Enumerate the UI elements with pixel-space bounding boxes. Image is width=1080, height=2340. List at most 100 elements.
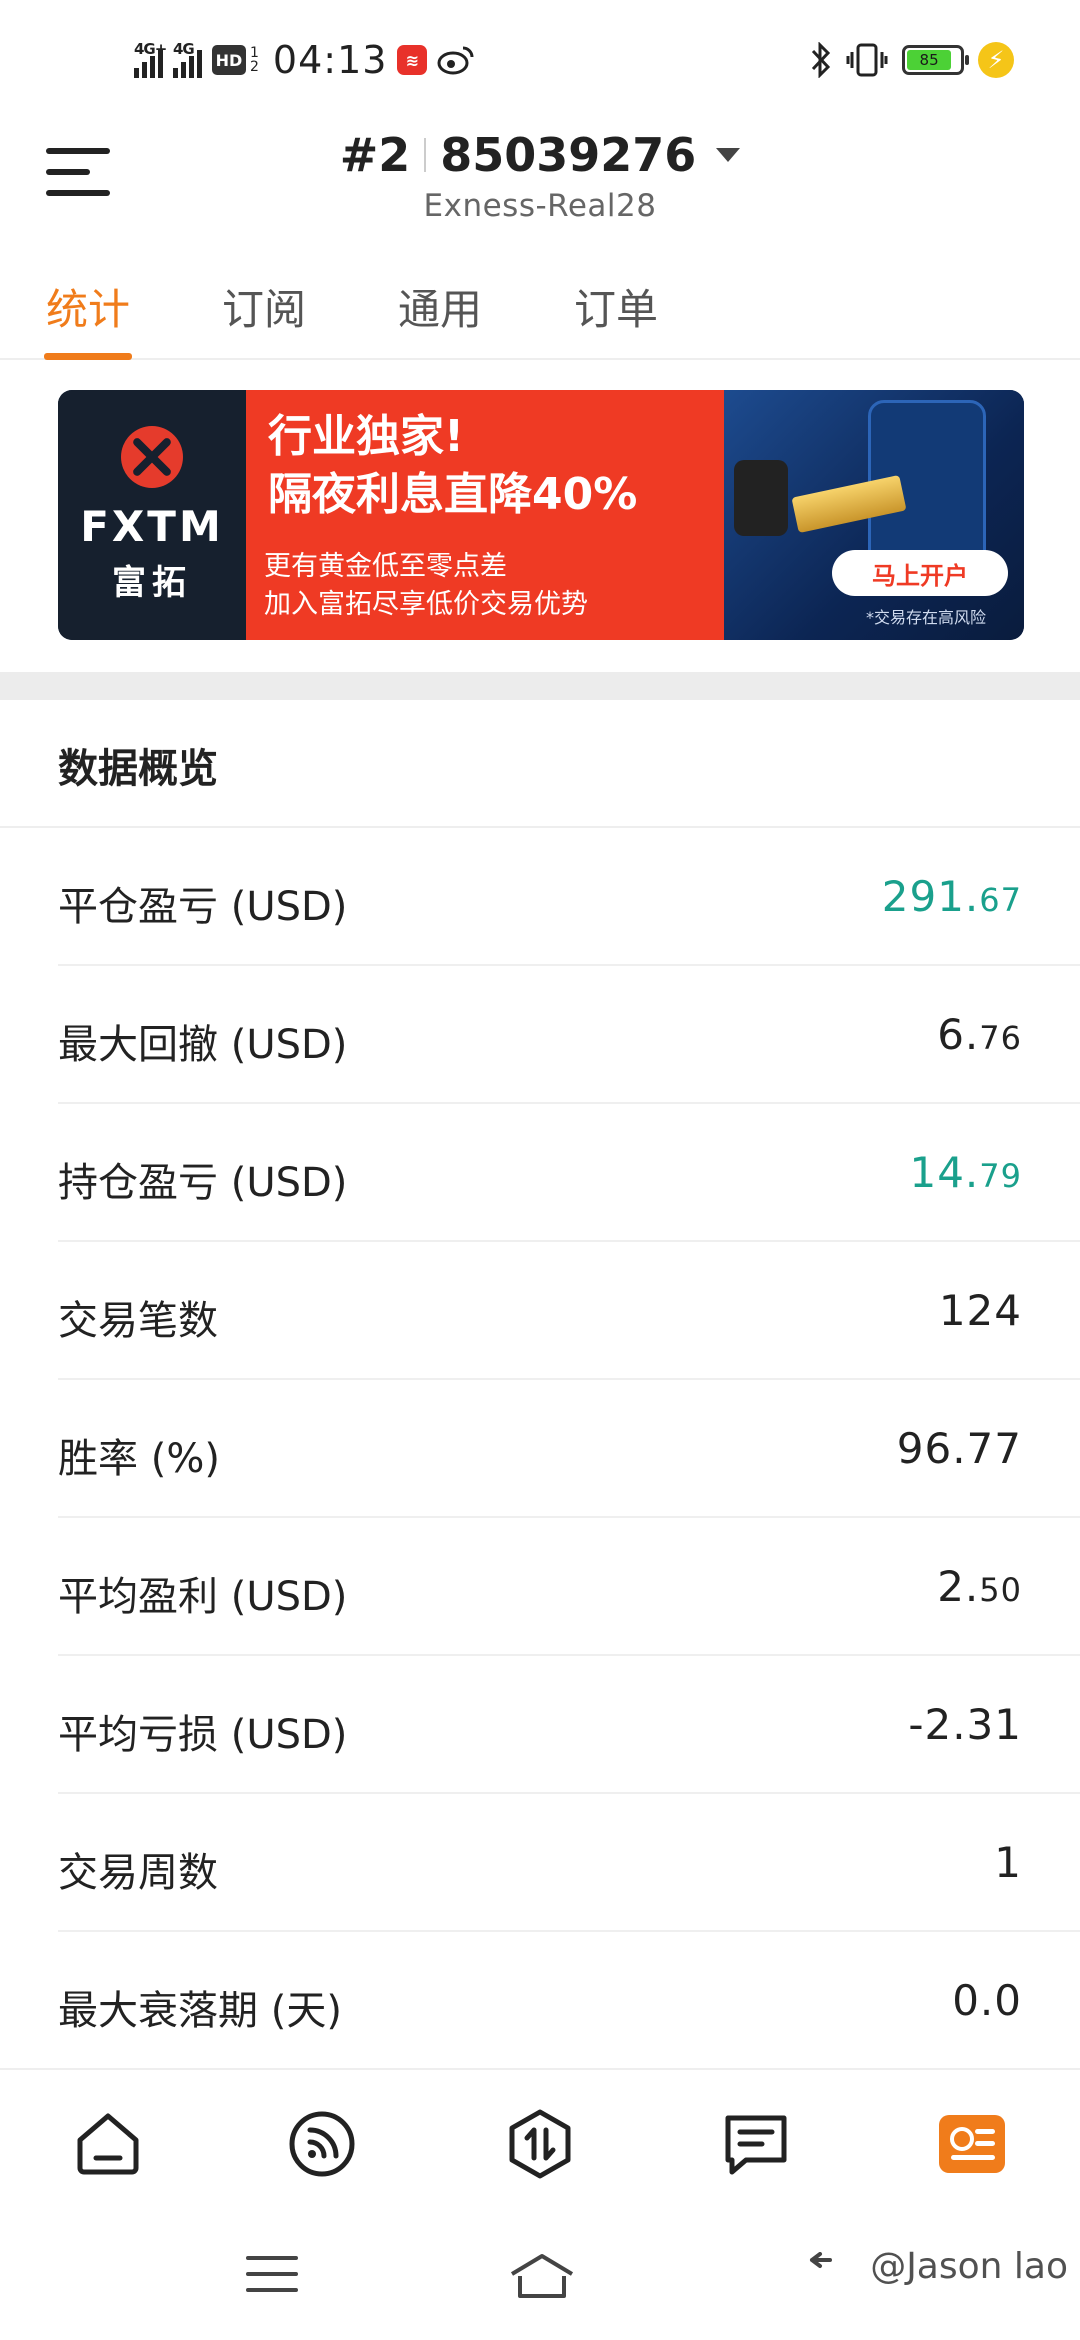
tab-general[interactable]: 通用 [396,276,484,360]
weibo-icon [437,46,474,75]
nav-signals[interactable] [284,2106,360,2182]
banner-headline-2: 隔夜利息直降40% [268,469,638,520]
hd-sim-1: 1 [250,45,259,61]
menu-lines-icon [246,2256,298,2292]
stat-value: 6.76 [937,1010,1022,1059]
stat-row-win-rate: 胜率 (%) 96.77 [58,1380,1080,1518]
stat-row-avg-profit: 平均盈利 (USD) 2.50 [58,1518,1080,1656]
tab-label: 订单 [573,285,658,334]
hd-icon: HD [212,45,246,75]
banner-brand-cn: 富拓 [112,563,192,603]
fxtm-logo-mark-icon [121,426,183,488]
system-home-button[interactable] [506,2252,578,2304]
stat-label: 最大衰落期 (天) [58,1988,342,2034]
app-header: #2 85039276 Exness-Real28 [0,120,1080,260]
battery-level: 85 [919,51,939,69]
system-back-button[interactable] [800,2252,840,2300]
bottom-navigation [0,2068,1080,2212]
tab-subscriptions[interactable]: 订阅 [220,276,308,360]
account-prefix: #2 [339,128,411,182]
signal-feed-icon [289,2111,355,2177]
stat-value: 0.0 [952,1976,1022,2025]
status-right: 85 ⚡ [810,38,1014,82]
tab-label: 统计 [45,285,130,334]
stat-label: 持仓盈亏 (USD) [58,1160,348,1206]
stat-label: 平仓盈亏 (USD) [58,884,348,930]
section-divider [0,672,1080,700]
tab-bar: 统计 订阅 通用 订单 [0,262,1080,360]
home-outline-icon [510,2254,574,2298]
stat-label: 交易笔数 [58,1298,218,1344]
tab-orders[interactable]: 订单 [572,276,660,360]
system-navigation: @Jason lao [0,2212,1080,2340]
account-selector[interactable]: #2 85039276 Exness-Real28 [0,128,1080,224]
server-name: Exness-Real28 [423,188,657,224]
hd-sim-indicator: 1 2 [250,46,259,74]
fxtm-logo: FXTM 富拓 [58,390,246,640]
section-title: 数据概览 [58,746,218,792]
signal-icon-2: 4G [173,40,202,78]
stat-row-trade-count: 交易笔数 124 [58,1242,1080,1380]
stat-label: 平均亏损 (USD) [58,1712,348,1758]
stat-value: 124 [938,1286,1022,1335]
stat-value: 14.79 [909,1148,1022,1197]
stat-row-max-decline-period: 最大衰落期 (天) 0.0 [58,1932,1080,2070]
banner-subtext: 更有黄金低至零点差 加入富拓尽享低价交易优势 [264,548,588,624]
banner-artwork: 马上开户 *交易存在高风险 [724,390,1024,640]
stat-row-trading-weeks: 交易周数 1 [58,1794,1080,1932]
stat-label: 平均盈利 (USD) [58,1574,348,1620]
open-account-button[interactable]: 马上开户 [832,550,1008,596]
news-icon [725,2115,787,2175]
stat-row-closed-pnl: 平仓盈亏 (USD) 291.67 [58,828,1080,966]
nav-profile[interactable] [934,2106,1010,2182]
oil-barrel-illustration [734,460,788,536]
notification-app-icon: ≋ [397,45,428,75]
active-tab-indicator [44,353,132,360]
bluetooth-icon [811,42,831,78]
stat-value: -2.31 [908,1700,1022,1749]
stat-value: 96.77 [896,1424,1022,1473]
account-separator [424,138,427,172]
signal-icon: 4G+ [134,40,167,78]
stat-row-floating-pnl: 持仓盈亏 (USD) 14.79 [58,1104,1080,1242]
network-type-1: 4G+ [134,40,167,58]
battery-icon: 85 [902,45,969,75]
risk-disclaimer: *交易存在高风险 [865,608,986,627]
banner-subtext-2: 加入富拓尽享低价交易优势 [264,589,588,620]
profile-card-icon [939,2115,1005,2173]
stat-label: 胜率 (%) [58,1436,220,1482]
trade-icon [509,2109,571,2179]
stat-label: 交易周数 [58,1850,218,1896]
stat-value: 1 [994,1838,1022,1887]
tab-label: 订阅 [221,285,306,334]
stat-row-max-drawdown: 最大回撤 (USD) 6.76 [58,966,1080,1104]
stat-value: 2.50 [937,1562,1022,1611]
stat-row-avg-loss: 平均亏损 (USD) -2.31 [58,1656,1080,1794]
tab-label: 通用 [397,285,482,334]
nav-home[interactable] [70,2106,146,2182]
stat-value: 291.67 [881,872,1022,921]
banner-brand: FXTM [80,502,224,551]
banner-headline-1: 行业独家! [268,411,465,462]
status-bar: 4G+ 4G HD 1 2 04:13 ≋ 85 ⚡ [0,0,1080,120]
stats-list: 平仓盈亏 (USD) 291.67 最大回撤 (USD) 6.76 持仓盈亏 (… [58,828,1080,2070]
network-type-2: 4G [173,40,195,58]
banner-subtext-1: 更有黄金低至零点差 [264,551,507,582]
nav-trade[interactable] [502,2106,578,2182]
banner-promo-area: 行业独家! 隔夜利息直降40% 更有黄金低至零点差 加入富拓尽享低价交易优势 [246,390,886,640]
home-icon [77,2113,139,2175]
account-number: 85039276 [440,128,697,182]
clock: 04:13 [272,38,388,82]
tab-statistics[interactable]: 统计 [44,276,132,360]
charging-icon: ⚡ [978,42,1014,78]
back-arrow-icon [810,2252,832,2268]
dropdown-caret-icon[interactable] [716,148,741,162]
hd-sim-2: 2 [250,59,259,75]
ad-banner[interactable]: FXTM 富拓 行业独家! 隔夜利息直降40% 更有黄金低至零点差 加入富拓尽享… [58,390,1024,640]
stat-label: 最大回撤 (USD) [58,1022,348,1068]
banner-headline: 行业独家! 隔夜利息直降40% [268,408,637,524]
nav-news[interactable] [718,2106,794,2182]
watermark: @Jason lao [870,2246,1068,2287]
system-menu-button[interactable] [244,2252,300,2300]
status-left: 4G+ 4G HD 1 2 04:13 ≋ [134,38,475,82]
